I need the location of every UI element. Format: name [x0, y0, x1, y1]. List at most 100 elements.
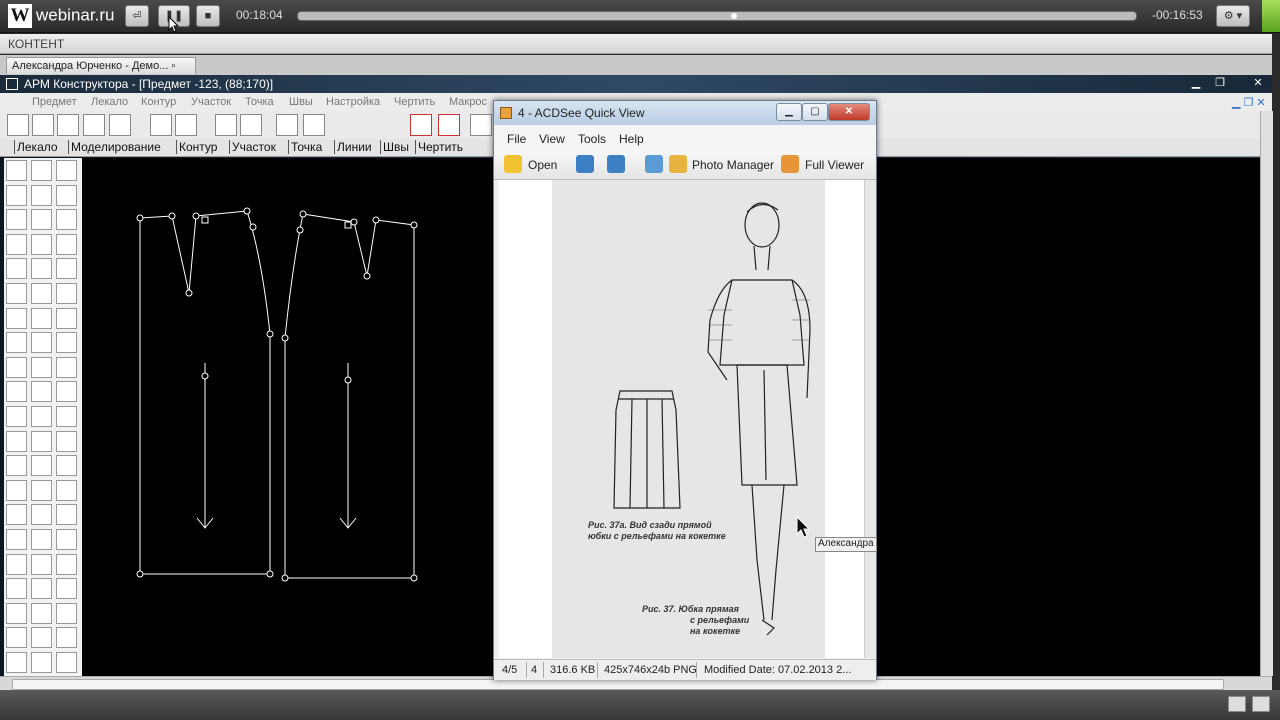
tool-button[interactable]: [31, 258, 52, 280]
tool-button[interactable]: [56, 627, 77, 649]
tab-lekalo[interactable]: Лекало: [14, 140, 58, 154]
tool-icon[interactable]: [240, 114, 262, 136]
maximize-icon[interactable]: ❐: [1212, 76, 1228, 90]
photo-manager-button[interactable]: Photo Manager: [692, 158, 774, 172]
tool-icon[interactable]: [109, 114, 131, 136]
tool-icon[interactable]: [303, 114, 325, 136]
tool-button[interactable]: [56, 479, 77, 501]
seek-bar[interactable]: [297, 11, 1137, 21]
tab-tochka[interactable]: Точка: [288, 140, 322, 154]
tool-button[interactable]: [56, 283, 77, 304]
tool-button[interactable]: [6, 233, 27, 255]
tool-icon[interactable]: [215, 114, 237, 136]
full-viewer-icon[interactable]: [781, 155, 799, 173]
tool-button[interactable]: [6, 332, 27, 354]
menu-item[interactable]: Точка: [245, 96, 274, 108]
tab-chertit[interactable]: Чертить: [415, 140, 463, 154]
tool-button[interactable]: [6, 160, 27, 181]
tool-button[interactable]: [56, 602, 77, 624]
tool-button[interactable]: [6, 504, 27, 526]
tool-button[interactable]: [31, 578, 52, 600]
mdi-window-controls[interactable]: ▁ ❐ ✕: [1232, 96, 1266, 109]
tool-button[interactable]: [31, 504, 52, 526]
tool-button[interactable]: [56, 455, 77, 477]
previous-image-icon[interactable]: [576, 155, 594, 173]
tool-button[interactable]: [6, 529, 27, 550]
tool-button[interactable]: [6, 356, 27, 378]
tool-icon[interactable]: [32, 114, 54, 136]
tool-icon[interactable]: [7, 114, 29, 136]
tool-button[interactable]: [31, 479, 52, 501]
tab-modelirovanie[interactable]: Моделирование: [68, 140, 161, 154]
tool-button[interactable]: [56, 529, 77, 550]
tool-button[interactable]: [31, 602, 52, 624]
rotate-icon[interactable]: [645, 155, 663, 173]
menu-item[interactable]: Контур: [141, 96, 176, 108]
menu-file[interactable]: File: [507, 132, 526, 146]
tool-button[interactable]: [56, 578, 77, 600]
tool-button[interactable]: [31, 332, 52, 354]
close-icon[interactable]: ✕: [1250, 76, 1266, 90]
menu-help[interactable]: Help: [619, 132, 644, 146]
minimize-button[interactable]: ▁: [776, 103, 802, 121]
tool-button[interactable]: [56, 258, 77, 280]
tool-icon[interactable]: [150, 114, 172, 136]
tool-button[interactable]: [31, 184, 52, 206]
tool-button[interactable]: [6, 406, 27, 427]
tool-button[interactable]: [56, 332, 77, 354]
tool-button[interactable]: [31, 455, 52, 477]
tool-button[interactable]: [56, 184, 77, 206]
tool-button[interactable]: [56, 160, 77, 181]
tool-button[interactable]: [31, 209, 52, 231]
tool-button[interactable]: [31, 356, 52, 378]
tool-button[interactable]: [31, 430, 52, 452]
open-folder-icon[interactable]: [504, 155, 522, 173]
tool-button[interactable]: [6, 381, 27, 403]
back-button[interactable]: ⏎: [125, 5, 149, 27]
tool-icon[interactable]: [470, 114, 492, 136]
menu-item[interactable]: Лекало: [91, 96, 128, 108]
tool-button[interactable]: [31, 652, 52, 673]
acdsee-scrollbar[interactable]: [864, 180, 876, 658]
menu-tools[interactable]: Tools: [578, 132, 606, 146]
tool-button[interactable]: [31, 529, 52, 550]
dress-icon[interactable]: [410, 114, 432, 136]
open-button-label[interactable]: Open: [528, 158, 557, 172]
tool-button[interactable]: [56, 381, 77, 403]
image-viewport[interactable]: Рис. 37а. Вид сзади прямой юбки с рельеф…: [499, 180, 864, 658]
tool-button[interactable]: [56, 406, 77, 427]
tool-button[interactable]: [56, 504, 77, 526]
tool-button[interactable]: [6, 455, 27, 477]
maximize-button[interactable]: ▢: [802, 103, 828, 121]
tool-icon[interactable]: [276, 114, 298, 136]
tool-button[interactable]: [6, 283, 27, 304]
menu-item[interactable]: Участок: [191, 96, 231, 108]
full-viewer-button[interactable]: Full Viewer: [805, 158, 864, 172]
scroll-thumb[interactable]: [12, 679, 1224, 690]
tool-button[interactable]: [56, 430, 77, 452]
tool-button[interactable]: [31, 627, 52, 649]
tool-button[interactable]: [56, 652, 77, 673]
tool-button[interactable]: [31, 160, 52, 181]
tool-button[interactable]: [6, 307, 27, 329]
tool-button[interactable]: [6, 430, 27, 452]
tool-button[interactable]: [31, 307, 52, 329]
tool-button[interactable]: [6, 553, 27, 575]
tool-button[interactable]: [6, 479, 27, 501]
fullscreen-icon[interactable]: [1252, 696, 1270, 712]
tab-shvy[interactable]: Швы: [380, 140, 409, 154]
tool-button[interactable]: [6, 602, 27, 624]
tool-button[interactable]: [56, 209, 77, 231]
menu-item[interactable]: Чертить: [394, 96, 435, 108]
tool-button[interactable]: [56, 307, 77, 329]
tool-button[interactable]: [31, 283, 52, 304]
next-image-icon[interactable]: [607, 155, 625, 173]
tool-button[interactable]: [56, 553, 77, 575]
tool-icon[interactable]: [175, 114, 197, 136]
menu-item[interactable]: Швы: [289, 96, 313, 108]
tool-button[interactable]: [56, 356, 77, 378]
document-tab[interactable]: Александра Юрченко - Демо... ▫: [6, 57, 196, 74]
menu-view[interactable]: View: [539, 132, 565, 146]
tool-button[interactable]: [31, 553, 52, 575]
tool-icon[interactable]: [57, 114, 79, 136]
